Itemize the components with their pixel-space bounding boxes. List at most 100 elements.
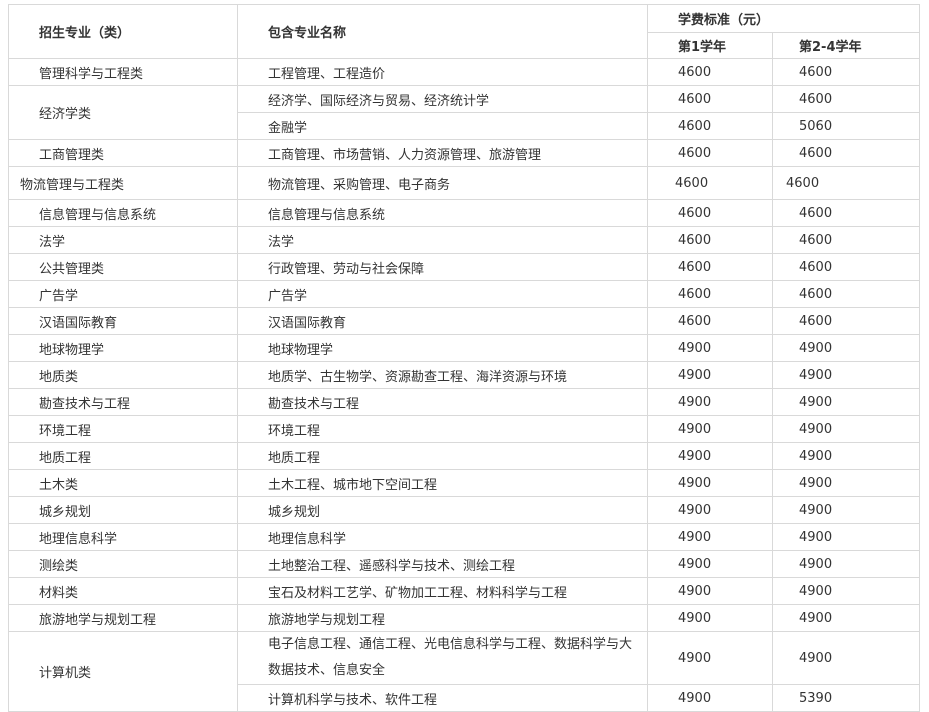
fee-year-2-4-cell: 4900	[771, 496, 921, 524]
sub-major-cell: 土地整治工程、遥感科学与技术、测绘工程	[237, 550, 648, 578]
fee-year-2-4-cell: 4600	[771, 85, 921, 113]
sub-major-cell: 宝石及材料工艺学、矿物加工工程、材料科学与工程	[237, 577, 648, 605]
table-row: 汉语国际教育 汉语国际教育 4600 4600	[8, 307, 921, 335]
fee-year-1-cell: 4600	[647, 280, 773, 308]
fee-year-1-cell: 4600	[647, 139, 773, 167]
sub-major-cell: 勘查技术与工程	[237, 388, 648, 416]
fee-year-1-cell: 4600	[647, 226, 773, 254]
sub-major-cell: 计算机科学与技术、软件工程	[237, 684, 648, 712]
fee-year-2-4-cell: 4600	[771, 139, 921, 167]
sub-major-cell: 地理信息科学	[237, 523, 648, 551]
fee-year-1-cell: 4900	[647, 550, 773, 578]
fee-year-2-4-cell: 4600	[771, 226, 921, 254]
fee-year-1-cell: 4900	[647, 388, 773, 416]
sub-major-cell: 地质工程	[237, 442, 648, 470]
table-row: 物流管理与工程类 物流管理、采购管理、电子商务 4600 4600	[8, 166, 921, 200]
fee-year-1-cell: 4900	[647, 523, 773, 551]
table-row: 公共管理类 行政管理、劳动与社会保障 4600 4600	[8, 253, 921, 281]
table-row: 管理科学与工程类 工程管理、工程造价 4600 4600	[8, 58, 921, 86]
table-row: 环境工程 环境工程 4900 4900	[8, 415, 921, 443]
fee-year-2-4-cell: 5390	[771, 684, 921, 712]
fee-year-2-4-cell: 4900	[771, 415, 921, 443]
fee-year-2-4-cell: 4900	[771, 523, 921, 551]
sub-major-cell: 法学	[237, 226, 648, 254]
sub-major-cell: 汉语国际教育	[237, 307, 648, 335]
fee-year-2-4-cell: 4600	[771, 58, 921, 86]
header-tuition: 学费标准（元）	[646, 4, 921, 33]
major-cell: 地理信息科学	[8, 523, 238, 551]
sub-major-cell: 地球物理学	[237, 334, 648, 362]
fee-year-2-4-cell: 4600	[771, 253, 921, 281]
sub-major-cell: 工商管理、市场营销、人力资源管理、旅游管理	[237, 139, 648, 167]
major-cell: 管理科学与工程类	[8, 58, 238, 86]
fee-year-2-4-cell: 4900	[771, 334, 921, 362]
table-row: 工商管理类 工商管理、市场营销、人力资源管理、旅游管理 4600 4600	[8, 139, 921, 167]
fee-year-1-cell: 4900	[647, 442, 773, 470]
fee-year-2-4-cell: 4600	[771, 166, 921, 200]
major-cell: 勘查技术与工程	[8, 388, 238, 416]
major-cell: 法学	[8, 226, 238, 254]
fee-year-1-cell: 4900	[647, 361, 773, 389]
fee-year-1-cell: 4600	[647, 166, 773, 200]
major-cell: 经济学类	[8, 85, 238, 140]
header-major: 招生专业（类）	[8, 4, 238, 59]
fee-year-1-cell: 4900	[647, 604, 773, 632]
major-cell: 公共管理类	[8, 253, 238, 281]
major-cell: 土木类	[8, 469, 238, 497]
sub-major-cell: 物流管理、采购管理、电子商务	[237, 166, 648, 200]
table-row: 土木类 土木工程、城市地下空间工程 4900 4900	[8, 469, 921, 497]
fee-year-2-4-cell: 4900	[771, 604, 921, 632]
major-cell: 地质类	[8, 361, 238, 389]
major-cell: 旅游地学与规划工程	[8, 604, 238, 632]
table-row: 计算机类 电子信息工程、通信工程、光电信息科学与工程、数据科学与大数据技术、信息安…	[8, 631, 921, 712]
fee-year-1-cell: 4900	[647, 577, 773, 605]
tuition-table-body: 管理科学与工程类 工程管理、工程造价 4600 4600 经济学类 经济学、国际经济与贸易…	[8, 58, 921, 712]
fee-year-1-cell: 4600	[647, 307, 773, 335]
table-row: 地质工程 地质工程 4900 4900	[8, 442, 921, 470]
sub-major-cell: 金融学	[237, 112, 648, 140]
fee-year-1-cell: 4600	[647, 58, 773, 86]
fee-year-1-cell: 4600	[647, 199, 773, 227]
table-row: 法学 法学 4600 4600	[8, 226, 921, 254]
table-row: 信息管理与信息系统 信息管理与信息系统 4600 4600	[8, 199, 921, 227]
sub-major-cell: 信息管理与信息系统	[237, 199, 648, 227]
sub-major-cell: 旅游地学与规划工程	[237, 604, 648, 632]
fee-year-2-4-cell: 4600	[771, 280, 921, 308]
fee-year-1-cell: 4600	[647, 112, 773, 140]
sub-major-cell: 地质学、古生物学、资源勘查工程、海洋资源与环境	[237, 361, 648, 389]
sub-major-cell: 电子信息工程、通信工程、光电信息科学与工程、数据科学与大数据技术、信息安全	[237, 631, 648, 685]
table-row: 勘查技术与工程 勘查技术与工程 4900 4900	[8, 388, 921, 416]
table-row: 测绘类 土地整治工程、遥感科学与技术、测绘工程 4900 4900	[8, 550, 921, 578]
fee-year-2-4-cell: 4900	[771, 577, 921, 605]
fee-year-1-cell: 4900	[647, 334, 773, 362]
fee-year-2-4-cell: 4900	[771, 469, 921, 497]
fee-year-2-4-cell: 4900	[771, 388, 921, 416]
table-row: 广告学 广告学 4600 4600	[8, 280, 921, 308]
sub-major-cell: 行政管理、劳动与社会保障	[237, 253, 648, 281]
major-cell: 汉语国际教育	[8, 307, 238, 335]
major-cell: 地质工程	[8, 442, 238, 470]
fee-year-1-cell: 4900	[647, 415, 773, 443]
sub-major-cell: 广告学	[237, 280, 648, 308]
fee-year-2-4-cell: 4900	[771, 361, 921, 389]
table-row: 地理信息科学 地理信息科学 4900 4900	[8, 523, 921, 551]
fee-year-1-cell: 4900	[647, 631, 773, 685]
major-cell: 材料类	[8, 577, 238, 605]
table-row: 地质类 地质学、古生物学、资源勘查工程、海洋资源与环境 4900 4900	[8, 361, 921, 389]
fee-year-1-cell: 4600	[647, 85, 773, 113]
sub-major-cell: 环境工程	[237, 415, 648, 443]
table-row: 城乡规划 城乡规划 4900 4900	[8, 496, 921, 524]
major-cell: 工商管理类	[8, 139, 238, 167]
header-sub-majors: 包含专业名称	[237, 4, 648, 59]
major-cell: 测绘类	[8, 550, 238, 578]
major-cell: 城乡规划	[8, 496, 238, 524]
fee-year-1-cell: 4900	[647, 469, 773, 497]
major-cell: 物流管理与工程类	[8, 166, 238, 200]
fee-year-1-cell: 4900	[647, 496, 773, 524]
sub-major-cell: 经济学、国际经济与贸易、经济统计学	[237, 85, 648, 113]
fee-year-2-4-cell: 5060	[771, 112, 921, 140]
sub-major-cell: 土木工程、城市地下空间工程	[237, 469, 648, 497]
sub-major-cell: 城乡规划	[237, 496, 648, 524]
fee-year-2-4-cell: 4900	[771, 442, 921, 470]
major-cell: 计算机类	[8, 631, 238, 712]
